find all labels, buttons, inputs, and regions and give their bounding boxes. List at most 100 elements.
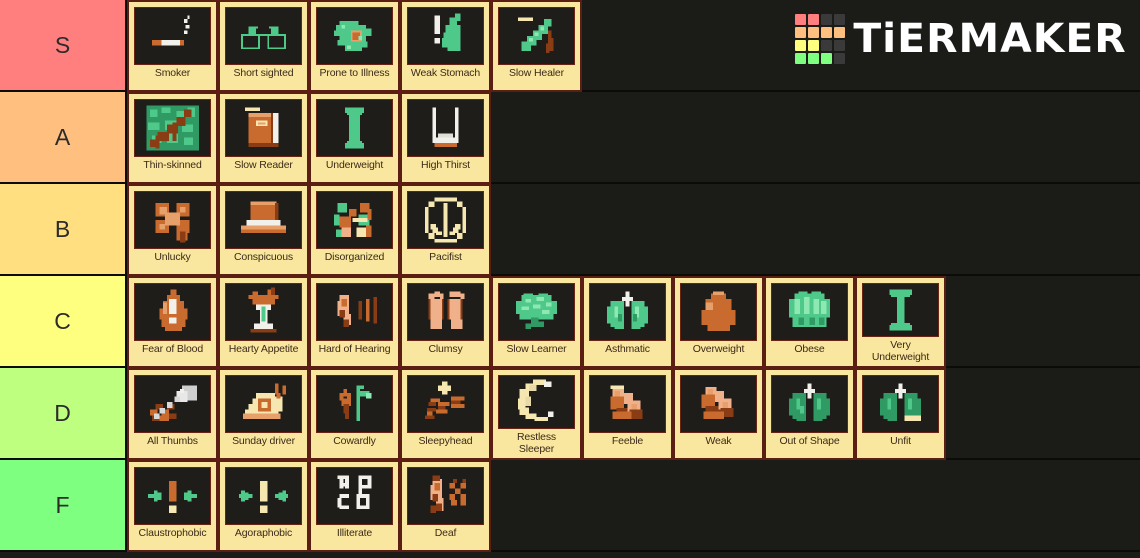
zzz-icon — [407, 375, 484, 433]
arrows-inward-icon — [134, 467, 211, 525]
tier-item[interactable]: Sunday driver — [218, 368, 309, 460]
tier-items-f: Claustrophobic Agoraphobic Illiterate Deaf — [127, 460, 1140, 552]
tier-item-label: Claustrophobic — [138, 527, 207, 539]
tier-list-board: TiERMAKER S Smoker Short sighted Prone to I… — [0, 0, 1140, 558]
tier-item-label: Underweight — [325, 159, 384, 171]
tier-item[interactable]: Restless Sleeper — [491, 368, 582, 460]
tier-items-a: Thin-skinned Slow Reader Underweight High T… — [127, 92, 1140, 184]
logo-cell-r3c1 — [807, 53, 819, 64]
tier-item[interactable]: Illiterate — [309, 460, 400, 552]
tier-item[interactable]: Disorganized — [309, 184, 400, 276]
tier-item[interactable]: Out of Shape — [764, 368, 855, 460]
tiermaker-wordmark: TiERMAKER — [853, 16, 1127, 62]
lungs-plain-icon — [771, 375, 848, 433]
tier-item[interactable]: Underweight — [309, 92, 400, 184]
germ-blob-icon — [316, 7, 393, 65]
tiermaker-logo-grid — [794, 14, 845, 64]
book-icon — [225, 99, 302, 157]
tier-item[interactable]: Slow Reader — [218, 92, 309, 184]
tier-item[interactable]: Unfit — [855, 368, 946, 460]
tier-label-s[interactable]: S — [0, 0, 127, 90]
tier-item[interactable]: Very Underweight — [855, 276, 946, 368]
tier-item-label: Slow Learner — [506, 343, 567, 355]
tier-item-label: Short sighted — [233, 67, 294, 79]
tier-item-label: High Thirst — [421, 159, 470, 171]
very-thin-body-icon — [862, 283, 939, 338]
flexed-arm-icon — [680, 375, 757, 433]
tier-item-label: Disorganized — [324, 251, 385, 263]
logo-cell-r2c3 — [833, 40, 845, 51]
tier-item[interactable]: Conspicuous — [218, 184, 309, 276]
needle-thread-icon — [134, 375, 211, 433]
tier-item[interactable]: Sleepyhead — [400, 368, 491, 460]
tier-item[interactable]: All Thumbs — [127, 368, 218, 460]
tier-label-c[interactable]: C — [0, 276, 127, 366]
tier-item[interactable]: Asthmatic — [582, 276, 673, 368]
tier-row-c: C Fear of Blood Hearty Appetite Hard of Hea… — [0, 276, 1140, 368]
tier-item[interactable]: Prone to Illness — [309, 0, 400, 92]
jumbled-letters-icon — [316, 467, 393, 525]
glasses-icon — [225, 7, 302, 65]
tier-item[interactable]: High Thirst — [400, 92, 491, 184]
tier-item-label: Smoker — [154, 67, 191, 79]
tier-item[interactable]: Thin-skinned — [127, 92, 218, 184]
logo-cell-r1c3 — [833, 27, 845, 38]
logo-cell-r2c1 — [807, 40, 819, 51]
tier-item[interactable]: Obese — [764, 276, 855, 368]
tier-item[interactable]: Overweight — [673, 276, 764, 368]
snail-icon — [225, 375, 302, 433]
tier-item-label: Agoraphobic — [234, 527, 293, 539]
tier-item-label: Pacifist — [429, 251, 462, 263]
tier-item-label: Illiterate — [336, 527, 373, 539]
tier-item-label: Obese — [794, 343, 825, 355]
logo-cell-r1c0 — [794, 27, 806, 38]
crescent-moon-icon — [498, 375, 575, 430]
logo-cell-r0c2 — [820, 14, 832, 25]
tier-item[interactable]: Short sighted — [218, 0, 309, 92]
tier-item-label: Sunday driver — [232, 435, 295, 447]
tier-label-b[interactable]: B — [0, 184, 127, 274]
tier-row-a: A Thin-skinned Slow Reader Underweight High … — [0, 92, 1140, 184]
scratched-skin-icon — [134, 99, 211, 157]
tier-item[interactable]: Pacifist — [400, 184, 491, 276]
ear-soundwave-icon — [316, 283, 393, 341]
tier-item[interactable]: Fear of Blood — [127, 276, 218, 368]
logo-cell-r3c0 — [794, 53, 806, 64]
tier-items-c: Fear of Blood Hearty Appetite Hard of Hear… — [127, 276, 1140, 368]
tier-item[interactable]: Claustrophobic — [127, 460, 218, 552]
tier-item-label: Prone to Illness — [319, 67, 390, 79]
tier-label-d[interactable]: D — [0, 368, 127, 458]
tier-item[interactable]: Slow Learner — [491, 276, 582, 368]
tier-item[interactable]: Slow Healer — [491, 0, 582, 92]
tier-row-d: D All Thumbs Sunday driver Cowardly Sleepyhe… — [0, 368, 1140, 460]
tier-item-label: Out of Shape — [779, 435, 840, 447]
tier-item-label: Slow Reader — [234, 159, 293, 171]
cigarette-icon — [134, 7, 211, 65]
ear-crossed-icon — [407, 467, 484, 525]
tier-label-f[interactable]: F — [0, 460, 127, 550]
tier-item[interactable]: Hard of Hearing — [309, 276, 400, 368]
tier-item-label: Asthmatic — [605, 343, 650, 355]
tier-item[interactable]: Cowardly — [309, 368, 400, 460]
tier-item[interactable]: Weak Stomach — [400, 0, 491, 92]
logo-cell-r1c2 — [820, 27, 832, 38]
logo-cell-r2c0 — [794, 40, 806, 51]
tier-item[interactable]: Unlucky — [127, 184, 218, 276]
tier-item[interactable]: Weak — [673, 368, 764, 460]
tier-item[interactable]: Clumsy — [400, 276, 491, 368]
tier-item[interactable]: Agoraphobic — [218, 460, 309, 552]
tier-rows-container: S Smoker Short sighted Prone to Illness Weak… — [0, 0, 1140, 552]
tier-item-label: Fear of Blood — [141, 343, 204, 355]
tier-row-f: F Claustrophobic Agoraphobic Illiterate Deaf — [0, 460, 1140, 552]
bandage-icon — [498, 7, 575, 65]
tier-item[interactable]: Feeble — [582, 368, 673, 460]
tier-label-a[interactable]: A — [0, 92, 127, 182]
tier-item[interactable]: Deaf — [400, 460, 491, 552]
heavy-body-icon — [680, 283, 757, 341]
tier-item[interactable]: Smoker — [127, 0, 218, 92]
tier-item[interactable]: Hearty Appetite — [218, 276, 309, 368]
logo-cell-r0c0 — [794, 14, 806, 25]
logo-cell-r3c2 — [820, 53, 832, 64]
tier-items-b: Unlucky Conspicuous Disorganized Pacifist — [127, 184, 1140, 276]
tier-item-label: Slow Healer — [509, 67, 564, 79]
